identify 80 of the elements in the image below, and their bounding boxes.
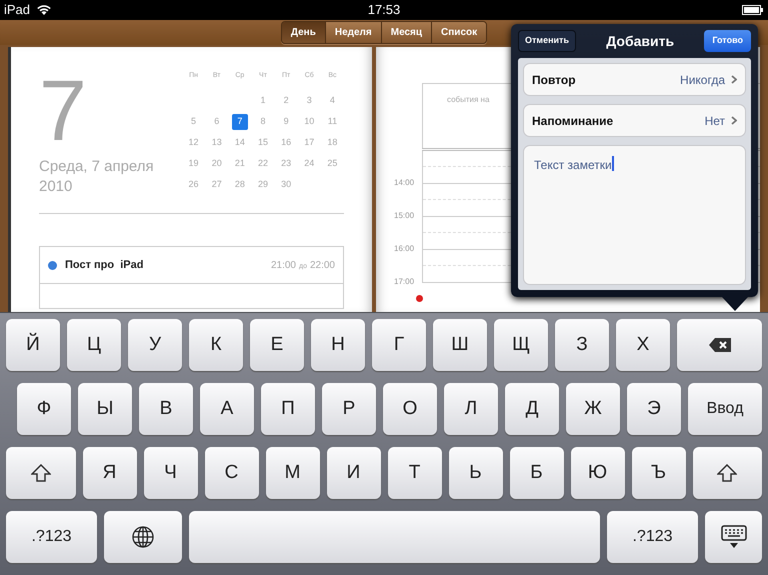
letter-key[interactable]: Г (372, 319, 426, 371)
view-tab[interactable]: Список (432, 22, 486, 43)
done-button[interactable]: Готово (704, 30, 751, 52)
return-key[interactable]: Ввод (688, 383, 762, 435)
letter-key[interactable]: А (200, 383, 254, 435)
hour-label: 14:00 (394, 177, 414, 189)
event-end-time: 22:00 (310, 258, 335, 272)
letter-key[interactable]: П (261, 383, 315, 435)
letter-key[interactable]: Ч (144, 447, 198, 499)
carrier-label: iPad (4, 1, 30, 20)
current-time-marker-icon (416, 295, 423, 302)
all-day-events-label: события на (447, 94, 490, 106)
letter-key[interactable]: Ф (17, 383, 71, 435)
numbers-key[interactable]: .?123 (607, 511, 698, 563)
hour-label: 15:00 (394, 210, 414, 222)
letter-key[interactable]: Н (311, 319, 365, 371)
popover-arrow-icon (722, 297, 748, 311)
setting-row[interactable]: Повтор Никогда (523, 63, 746, 96)
letter-key[interactable]: Е (250, 319, 304, 371)
view-tab[interactable]: Неделя (326, 22, 382, 43)
shift-key[interactable] (692, 447, 762, 499)
chevron-right-icon (731, 116, 737, 125)
letter-key[interactable]: Я (82, 447, 136, 499)
day-number: 7 (39, 71, 88, 151)
setting-row[interactable]: Напоминание Нет (523, 104, 746, 137)
setting-value: Нет (704, 112, 725, 130)
letter-key[interactable]: В (139, 383, 193, 435)
popover-title: Добавить (606, 32, 674, 51)
globe-key[interactable] (104, 511, 182, 563)
letter-key[interactable]: Д (505, 383, 559, 435)
letter-key[interactable]: Р (322, 383, 376, 435)
shift-key[interactable] (6, 447, 76, 499)
letter-key[interactable]: У (128, 319, 182, 371)
letter-key[interactable]: К (189, 319, 243, 371)
view-tab[interactable]: День (282, 22, 326, 43)
shift-arrow-icon (717, 464, 738, 482)
hide-keyboard-key[interactable] (705, 511, 762, 563)
notes-text: Текст заметки (534, 157, 612, 174)
backspace-icon (708, 338, 730, 352)
numbers-key[interactable]: .?123 (6, 511, 97, 563)
setting-label: Повтор (532, 72, 576, 88)
letter-key[interactable]: Л (444, 383, 498, 435)
letter-key[interactable]: Ш (433, 319, 487, 371)
letter-key[interactable]: Т (388, 447, 442, 499)
event-start-time: 21:00 (270, 258, 296, 272)
letter-key[interactable]: Ю (570, 447, 624, 499)
calendar-day[interactable]: 7 (232, 114, 248, 130)
letter-key[interactable]: Щ (494, 319, 548, 371)
letter-key[interactable]: Ы (78, 383, 132, 435)
battery-icon (742, 5, 764, 15)
shift-arrow-icon (30, 464, 51, 482)
view-tab[interactable]: Месяц (382, 22, 432, 43)
letter-key[interactable]: С (204, 447, 258, 499)
event-title: Пост про iPad (65, 258, 144, 273)
letter-key[interactable]: Х (616, 319, 670, 371)
letter-key[interactable]: Ж (566, 383, 620, 435)
notes-field[interactable]: Текст заметки (523, 145, 746, 285)
letter-key[interactable]: О (383, 383, 437, 435)
setting-label: Напоминание (532, 112, 614, 130)
letter-key[interactable]: Э (627, 383, 681, 435)
letter-key[interactable]: З (555, 319, 609, 371)
globe-icon (132, 526, 154, 548)
letter-key[interactable]: Ц (67, 319, 121, 371)
chevron-right-icon (731, 75, 737, 84)
wifi-icon (36, 4, 52, 16)
hour-label: 16:00 (394, 243, 414, 255)
setting-value: Никогда (680, 72, 725, 88)
full-date: Среда, 7 апреля 2010 (39, 157, 155, 197)
clock-time: 17:53 (368, 1, 400, 20)
letter-key[interactable]: И (326, 447, 380, 499)
cancel-button[interactable]: Отменить (518, 30, 576, 52)
letter-key[interactable]: Б (510, 447, 564, 499)
letter-key[interactable]: Ь (448, 447, 502, 499)
letter-key[interactable]: Ъ (632, 447, 686, 499)
letter-key[interactable]: М (266, 447, 320, 499)
keyboard-icon (720, 525, 746, 549)
hour-label: 17:00 (394, 276, 414, 288)
backspace-key[interactable] (677, 319, 762, 371)
letter-key[interactable]: Й (6, 319, 60, 371)
text-cursor (612, 156, 614, 171)
